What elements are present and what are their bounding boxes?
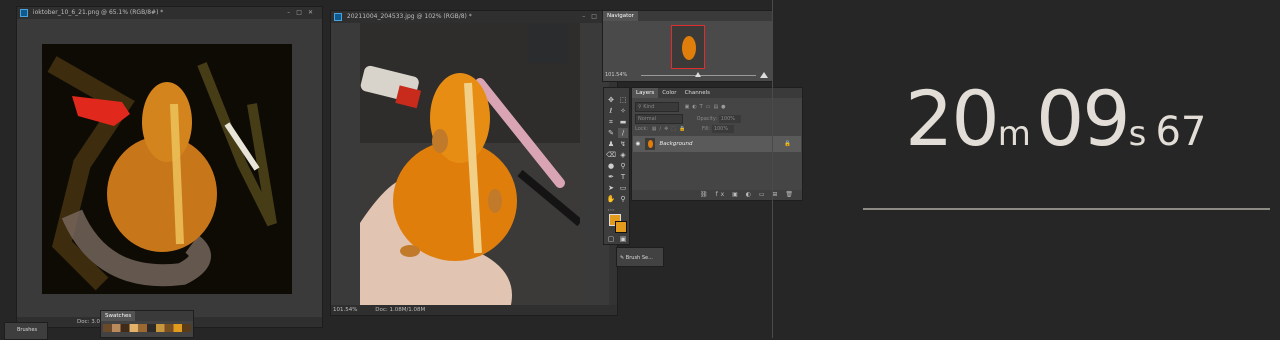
shape-tool-icon[interactable]: ▭ bbox=[618, 183, 628, 193]
tab-color[interactable]: Color bbox=[658, 88, 680, 98]
hand-tool-icon[interactable]: ✋ bbox=[606, 194, 616, 204]
crop-tool-icon[interactable]: ⌗ bbox=[606, 117, 616, 127]
opacity-label: Opacity: bbox=[696, 116, 718, 122]
tools-panel[interactable]: ✥ ⬚ ℓ ✧ ⌗ ▬ ✎ ∕ ♟ ↯ ⌫ ◈ ● ⚲ ✒ T ➤ ▭ ✋ ⚲ … bbox=[603, 87, 630, 245]
document-window-painting[interactable]: ioktober_10_6_21.png @ 65.1% (RGB/8#) * … bbox=[16, 6, 323, 328]
photo-pear-mark-3 bbox=[400, 245, 420, 257]
swatch-grid[interactable] bbox=[103, 324, 191, 332]
tab-navigator[interactable]: Navigator bbox=[603, 11, 638, 21]
blur-tool-icon[interactable]: ● bbox=[606, 161, 616, 171]
document-titlebar[interactable]: ioktober_10_6_21.png @ 65.1% (RGB/8#) * … bbox=[17, 7, 322, 19]
background-color-swatch[interactable] bbox=[615, 221, 627, 233]
layers-panel[interactable]: Layers Color Channels ⚲ Kind ▣◐T▭▤● Normal… bbox=[631, 87, 803, 201]
brush-settings-label[interactable]: Brush Se... bbox=[626, 255, 653, 261]
layer-filter-row: ⚲ Kind ▣◐T▭▤● bbox=[635, 102, 799, 112]
blend-opacity-row: Normal Opacity: 100% bbox=[635, 114, 799, 124]
document-title: 20211004_204533.jpg @ 102% (RGB/8) * bbox=[346, 13, 472, 20]
visibility-eye-icon[interactable]: ◉ bbox=[633, 136, 643, 152]
tab-swatches[interactable]: Swatches bbox=[101, 311, 136, 321]
lasso-tool-icon[interactable]: ℓ bbox=[606, 106, 616, 116]
painting-canvas[interactable] bbox=[42, 44, 292, 294]
layer-lock-icon: 🔒 bbox=[784, 141, 791, 147]
lock-icons[interactable]: ▦∕✥⬚🔒 bbox=[652, 126, 689, 132]
marquee-tool-icon[interactable]: ⬚ bbox=[618, 95, 628, 105]
photo-canvas[interactable] bbox=[360, 23, 580, 309]
painting-pear-top bbox=[142, 82, 192, 162]
opacity-input[interactable]: 100% bbox=[718, 115, 741, 123]
lock-fill-row: Lock: ▦∕✥⬚🔒 Fill: 100% bbox=[635, 125, 799, 134]
navigator-pear-thumb bbox=[682, 36, 696, 60]
dodge-tool-icon[interactable]: ⚲ bbox=[618, 161, 628, 171]
zoom-slider-thumb[interactable] bbox=[695, 72, 701, 77]
stopwatch-display: 20m 09s 67 bbox=[905, 74, 1206, 163]
screen-mode-icon[interactable]: ▣ bbox=[618, 234, 628, 244]
paint-bucket-icon[interactable]: ◈ bbox=[618, 150, 628, 160]
history-brush-icon[interactable]: ↯ bbox=[618, 139, 628, 149]
kind-filter-label: Kind bbox=[643, 104, 655, 110]
document-title: ioktober_10_6_21.png @ 65.1% (RGB/8#) * bbox=[32, 9, 164, 16]
layers-panel-tabs: Layers Color Channels bbox=[632, 88, 802, 98]
blend-mode-dropdown[interactable]: Normal bbox=[635, 114, 683, 124]
photo-pear-mark-1 bbox=[432, 129, 448, 153]
tab-channels[interactable]: Channels bbox=[681, 88, 714, 98]
navigator-zoom-row: 101.54% bbox=[603, 71, 772, 79]
timer-minutes: 20 bbox=[905, 74, 1000, 163]
brush-settings-panel[interactable]: ✎ Brush Se... bbox=[616, 247, 664, 267]
document-window-photo[interactable]: 20211004_204533.jpg @ 102% (RGB/8) * –□✕… bbox=[330, 10, 618, 316]
type-tool-icon[interactable]: T bbox=[618, 172, 628, 182]
layer-row-background[interactable]: ◉ Background 🔒 bbox=[633, 136, 801, 152]
timer-minutes-unit: m bbox=[997, 114, 1031, 154]
canvas-area[interactable] bbox=[331, 23, 609, 309]
timer-underline bbox=[863, 208, 1270, 210]
zoom-in-icon[interactable] bbox=[760, 72, 768, 78]
timer-seconds: 09 bbox=[1035, 74, 1131, 163]
canvas-area[interactable] bbox=[17, 19, 322, 317]
zoom-level[interactable]: 101.54% bbox=[333, 307, 357, 313]
fill-input[interactable]: 100% bbox=[711, 125, 734, 133]
filter-icons[interactable]: ▣◐T▭▤● bbox=[685, 104, 729, 110]
navigator-tabs: Navigator bbox=[603, 11, 772, 21]
swatches-panel[interactable]: Swatches bbox=[100, 310, 194, 338]
doc-size-text: Doc: 1.08M/1.08M bbox=[375, 307, 426, 313]
eyedropper-icon[interactable]: ✎ bbox=[606, 128, 616, 138]
photoshop-doc-icon bbox=[334, 13, 342, 21]
vertical-divider bbox=[772, 0, 773, 338]
timer-hundredths: 67 bbox=[1155, 109, 1207, 155]
timer-seconds-unit: s bbox=[1128, 114, 1147, 154]
search-icon: ⚲ bbox=[638, 104, 642, 110]
pen-tool-icon[interactable]: ✒ bbox=[606, 172, 616, 182]
layers-footer: ⛓ fx ▣ ◐ ▭ ⊞ 🗑 bbox=[632, 190, 802, 200]
document-titlebar[interactable]: 20211004_204533.jpg @ 102% (RGB/8) * –□✕ bbox=[331, 11, 617, 23]
layer-name[interactable]: Background bbox=[660, 141, 693, 147]
brush-tool-icon[interactable]: ∕ bbox=[618, 128, 628, 138]
photoshop-doc-icon bbox=[20, 9, 28, 17]
path-select-icon[interactable]: ➤ bbox=[606, 183, 616, 193]
frame-tool-icon[interactable]: ▬ bbox=[618, 117, 628, 127]
photo-pear-mark-2 bbox=[488, 189, 502, 213]
brushes-panel-label[interactable]: Brushes bbox=[17, 327, 37, 333]
navigator-panel[interactable]: Navigator 101.54% bbox=[602, 10, 773, 82]
zoom-tool-icon[interactable]: ⚲ bbox=[618, 194, 628, 204]
layer-footer-icons[interactable]: ⛓ fx ▣ ◐ ▭ ⊞ 🗑 bbox=[700, 191, 796, 198]
tab-layers[interactable]: Layers bbox=[632, 88, 659, 98]
kind-filter-dropdown[interactable]: ⚲ Kind bbox=[635, 102, 679, 112]
stamp-tool-icon[interactable]: ♟ bbox=[606, 139, 616, 149]
eraser-tool-icon[interactable]: ⌫ bbox=[606, 150, 616, 160]
navigator-preview[interactable] bbox=[671, 25, 705, 69]
move-tool-icon[interactable]: ✥ bbox=[606, 95, 616, 105]
quick-mask-icon[interactable]: ▢ bbox=[606, 234, 616, 244]
window-controls[interactable]: –□✕ bbox=[287, 7, 319, 19]
document-status-bar: 101.54% Doc: 1.08M/1.08M bbox=[331, 305, 617, 315]
photo-can bbox=[528, 23, 568, 63]
navigator-zoom[interactable]: 101.54% bbox=[605, 72, 627, 78]
swatches-tabs: Swatches bbox=[101, 311, 193, 321]
fill-label: Fill: bbox=[701, 126, 711, 132]
lock-label: Lock: bbox=[635, 126, 649, 132]
magic-wand-icon[interactable]: ✧ bbox=[618, 106, 628, 116]
brush-settings-icon: ✎ bbox=[620, 255, 625, 261]
brushes-panel[interactable]: Brushes bbox=[4, 322, 48, 340]
layer-thumbnail bbox=[644, 137, 655, 150]
